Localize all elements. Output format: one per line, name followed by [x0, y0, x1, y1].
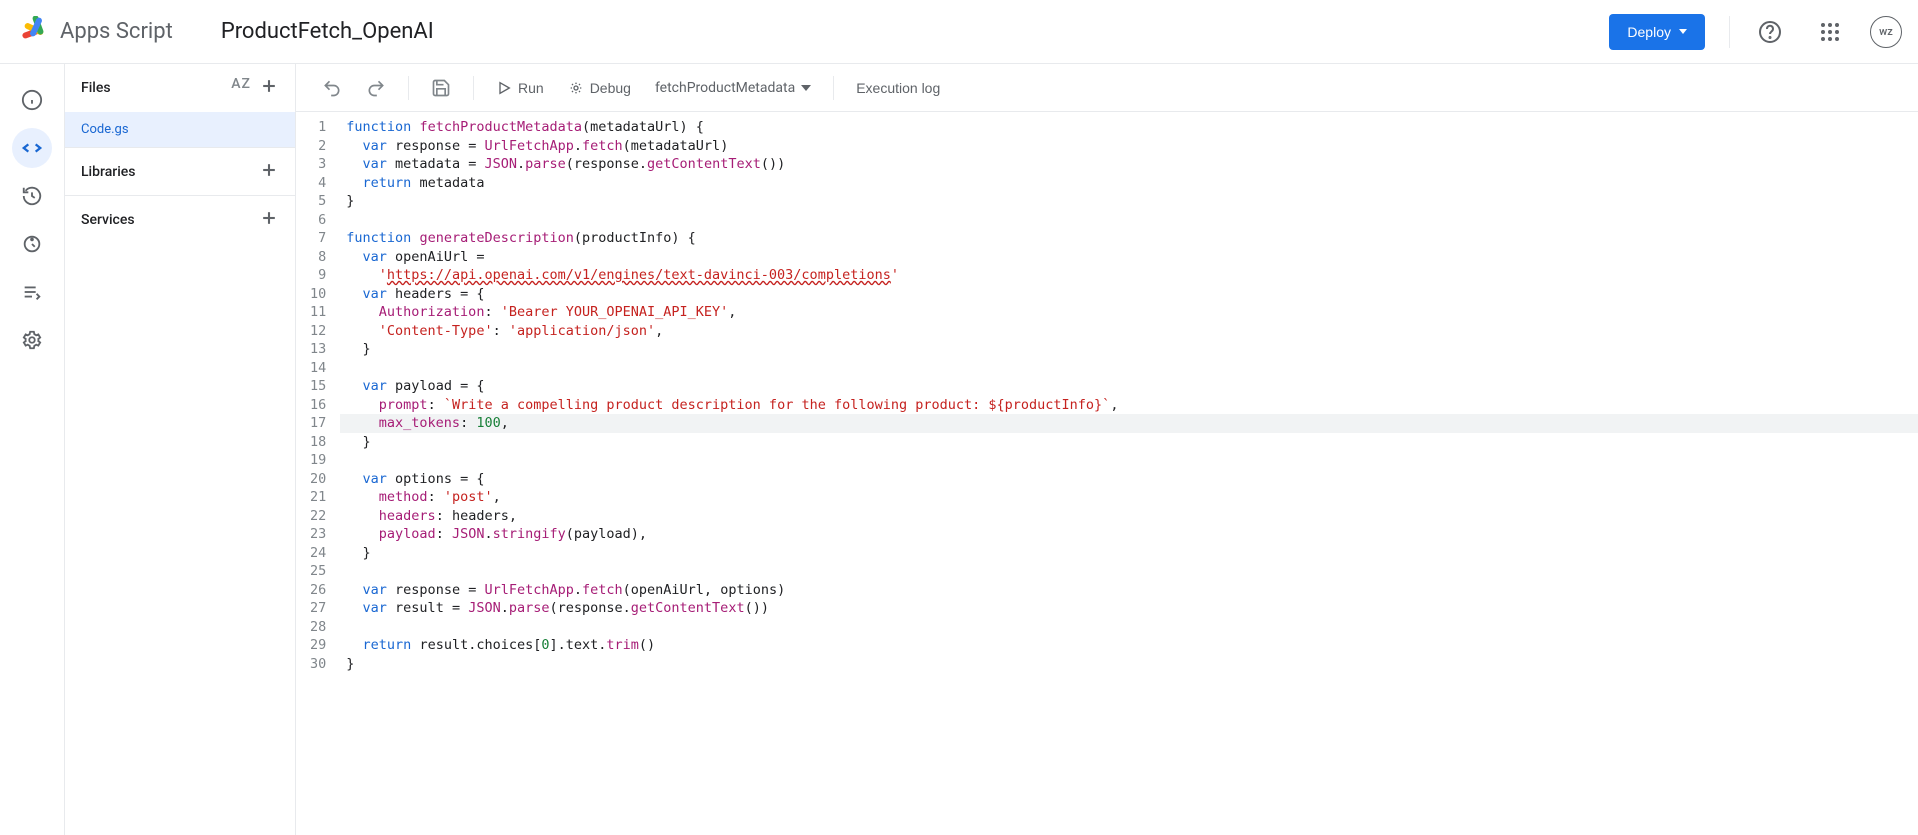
divider — [1729, 16, 1730, 48]
apps-script-logo — [16, 14, 52, 50]
add-library-icon[interactable] — [259, 160, 279, 184]
execution-log-rail-icon[interactable] — [12, 272, 52, 312]
files-panel: Files AZ Code.gs Libraries Services — [64, 64, 296, 835]
settings-icon[interactable] — [12, 320, 52, 360]
function-selector[interactable]: fetchProductMetadata — [645, 74, 821, 102]
sort-az-icon[interactable]: AZ — [231, 76, 251, 100]
libraries-label: Libraries — [81, 164, 135, 180]
executions-icon[interactable] — [12, 224, 52, 264]
nav-rail — [0, 64, 64, 835]
add-file-icon[interactable] — [259, 76, 279, 100]
services-section-head: Services — [65, 195, 295, 243]
app-name: Apps Script — [60, 19, 173, 44]
libraries-section-head: Libraries — [65, 147, 295, 195]
deploy-button[interactable]: Deploy — [1609, 14, 1705, 50]
toolbar: Run Debug fetchProductMetadata Execution… — [296, 64, 1918, 112]
debug-button[interactable]: Debug — [558, 74, 641, 102]
triggers-icon[interactable] — [12, 176, 52, 216]
code-editor[interactable]: 1234567891011121314151617181920212223242… — [296, 112, 1918, 835]
avatar[interactable]: wz — [1870, 16, 1902, 48]
apps-grid-icon[interactable] — [1810, 12, 1850, 52]
run-button[interactable]: Run — [486, 74, 554, 102]
redo-icon[interactable] — [356, 72, 396, 104]
files-section-head: Files AZ — [65, 64, 295, 112]
project-name[interactable]: ProductFetch_OpenAI — [221, 19, 1610, 44]
main-area: Run Debug fetchProductMetadata Execution… — [296, 64, 1918, 835]
line-numbers: 1234567891011121314151617181920212223242… — [296, 118, 340, 835]
overview-icon[interactable] — [12, 80, 52, 120]
help-icon[interactable] — [1750, 12, 1790, 52]
services-label: Services — [81, 212, 135, 228]
execution-log-button[interactable]: Execution log — [846, 74, 950, 102]
editor-icon[interactable] — [12, 128, 52, 168]
code-content[interactable]: function fetchProductMetadata(metadataUr… — [340, 118, 1918, 835]
file-item[interactable]: Code.gs — [65, 112, 295, 147]
undo-icon[interactable] — [312, 72, 352, 104]
add-service-icon[interactable] — [259, 208, 279, 232]
save-icon[interactable] — [421, 72, 461, 104]
files-label: Files — [81, 80, 111, 96]
